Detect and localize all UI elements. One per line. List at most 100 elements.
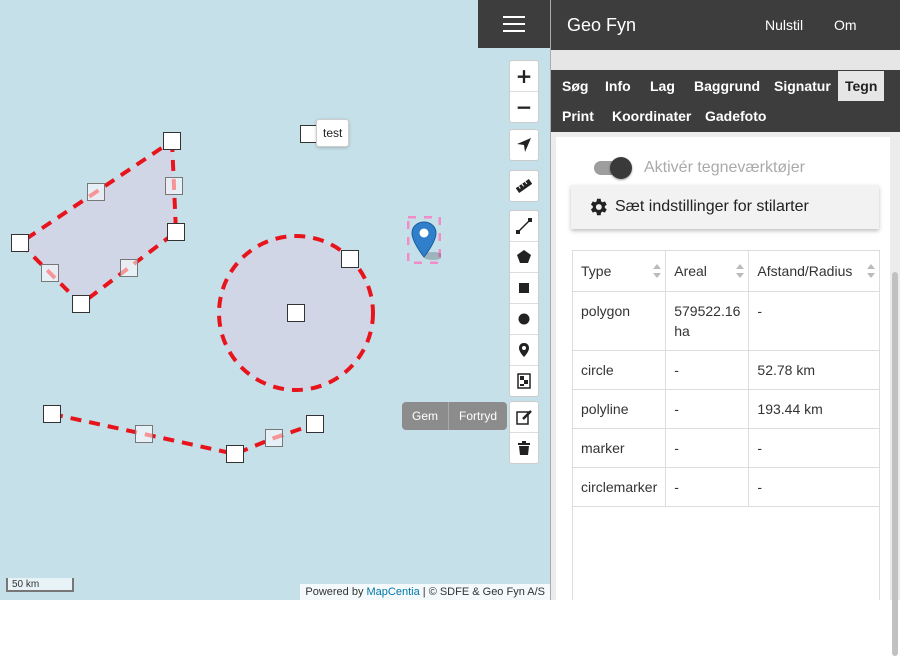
- marker-icon: [519, 343, 529, 357]
- map-marker-icon: [406, 215, 443, 265]
- hamburger-menu-button[interactable]: [478, 0, 550, 48]
- panel-scrollbar[interactable]: [892, 272, 898, 656]
- draw-polygon-button[interactable]: [510, 242, 538, 273]
- tab-draw[interactable]: Tegn: [838, 71, 885, 101]
- column-header-area[interactable]: Areal: [665, 251, 750, 292]
- tab-coordinates[interactable]: Koordinater: [605, 101, 698, 131]
- cell-distance: -: [748, 428, 879, 468]
- marker-tooltip: test: [316, 119, 350, 147]
- draw-rectangle-button[interactable]: [510, 273, 538, 304]
- cell-area: -: [665, 350, 750, 390]
- cell-distance: -: [748, 291, 879, 351]
- circlemarker-icon: [517, 373, 531, 389]
- draw-polyline-button[interactable]: [510, 211, 538, 242]
- midpoint-handle[interactable]: [165, 177, 183, 195]
- tab-print[interactable]: Print: [555, 101, 601, 131]
- draw-toggle-label: Aktivér tegneværktøjer: [644, 159, 805, 176]
- tab-bar: Søg Info Lag Baggrund Signatur Tegn Prin…: [551, 70, 900, 132]
- map-canvas[interactable]: test + − Gem Fortryd 50 km Powered by Ma…: [0, 0, 550, 600]
- draw-panel: Aktivér tegneværktøjer Sæt indstillinger…: [556, 137, 890, 600]
- midpoint-handle[interactable]: [265, 429, 283, 447]
- draw-toolbar: [509, 210, 539, 397]
- midpoint-handle[interactable]: [120, 259, 138, 277]
- table-row[interactable]: marker - -: [573, 428, 879, 468]
- cell-type: polyline: [573, 389, 667, 429]
- draw-circlemarker-button[interactable]: [510, 366, 538, 396]
- vertex-handle[interactable]: [43, 405, 61, 423]
- toggle-knob: [610, 157, 632, 179]
- tab-layers[interactable]: Lag: [643, 71, 682, 101]
- circle-radius-handle[interactable]: [341, 250, 359, 268]
- zoom-control: + −: [509, 60, 539, 123]
- ruler-icon: [516, 178, 532, 194]
- vertex-handle[interactable]: [72, 295, 90, 313]
- features-table: Type Areal Afstand/Radius polygon 579522…: [572, 250, 880, 600]
- cell-type: circlemarker: [573, 467, 667, 507]
- map-marker[interactable]: [406, 215, 443, 265]
- column-header-distance[interactable]: Afstand/Radius: [748, 251, 879, 292]
- edit-layers-button[interactable]: [510, 402, 538, 433]
- style-settings-label: Sæt indstillinger for stilarter: [615, 198, 809, 215]
- nav-about-link[interactable]: Om: [834, 17, 857, 33]
- midpoint-handle[interactable]: [87, 183, 105, 201]
- app-title: Geo Fyn: [567, 15, 637, 35]
- attribution-suffix: | © SDFE & Geo Fyn A/S: [419, 586, 545, 598]
- cell-area: -: [665, 428, 750, 468]
- sort-icon: [653, 264, 662, 278]
- midpoint-handle[interactable]: [135, 425, 153, 443]
- cell-type: polygon: [573, 291, 667, 351]
- tab-legend[interactable]: Signatur: [767, 71, 838, 101]
- undo-button[interactable]: Fortryd: [449, 402, 508, 430]
- draw-circle-button[interactable]: [510, 304, 538, 335]
- cell-area: 579522.16 ha: [665, 291, 750, 351]
- draw-marker-button[interactable]: [510, 335, 538, 366]
- edit-toolbar: [509, 401, 539, 464]
- vertex-handle[interactable]: [306, 415, 324, 433]
- column-header-type[interactable]: Type: [573, 251, 667, 292]
- locate-control: [509, 129, 539, 161]
- table-header-row: Type Areal Afstand/Radius: [573, 251, 879, 292]
- attribution-link[interactable]: MapCentia: [367, 586, 420, 598]
- midpoint-handle[interactable]: [41, 264, 59, 282]
- vertex-handle[interactable]: [163, 132, 181, 150]
- circle-center-handle[interactable]: [287, 304, 305, 322]
- tab-info[interactable]: Info: [598, 71, 638, 101]
- table-row[interactable]: polygon 579522.16 ha -: [573, 291, 879, 351]
- vertex-handle[interactable]: [167, 223, 185, 241]
- app-header: Geo Fyn Nulstil Om: [551, 0, 900, 50]
- square-icon: [519, 283, 529, 293]
- vertex-handle[interactable]: [226, 445, 244, 463]
- cell-type: circle: [573, 350, 667, 390]
- table-row[interactable]: circle - 52.78 km: [573, 350, 879, 390]
- table-row[interactable]: circlemarker - -: [573, 467, 879, 507]
- save-button[interactable]: Gem: [402, 402, 450, 430]
- nav-reset-link[interactable]: Nulstil: [765, 17, 803, 33]
- circle-icon: [518, 313, 530, 325]
- draw-tools-toggle[interactable]: [594, 157, 632, 179]
- cell-type: marker: [573, 428, 667, 468]
- polyline-icon: [516, 218, 532, 234]
- tab-streetview[interactable]: Gadefoto: [698, 101, 773, 131]
- vertex-handle[interactable]: [11, 234, 29, 252]
- tab-content: Aktivér tegneværktøjer Sæt indstillinger…: [551, 132, 900, 656]
- map-attribution: Powered by MapCentia | © SDFE & Geo Fyn …: [300, 584, 550, 600]
- attribution-prefix: Powered by: [305, 586, 367, 598]
- measure-button[interactable]: [510, 171, 538, 201]
- locate-button[interactable]: [510, 130, 538, 160]
- delete-layers-button[interactable]: [510, 433, 538, 463]
- cell-area: -: [665, 467, 750, 507]
- sort-icon: [736, 264, 745, 278]
- tab-background[interactable]: Baggrund: [687, 71, 767, 101]
- cell-distance: 52.78 km: [748, 350, 879, 390]
- trash-icon: [518, 441, 530, 455]
- sort-icon: [867, 264, 875, 278]
- table-row[interactable]: polyline - 193.44 km: [573, 389, 879, 429]
- hamburger-icon: [503, 16, 525, 32]
- cell-distance: 193.44 km: [748, 389, 879, 429]
- zoom-in-button[interactable]: +: [510, 61, 538, 92]
- style-settings-button[interactable]: Sæt indstillinger for stilarter: [571, 185, 879, 229]
- location-arrow-icon: [517, 138, 531, 152]
- scale-bar: 50 km: [6, 578, 74, 592]
- tab-search[interactable]: Søg: [555, 71, 595, 101]
- zoom-out-button[interactable]: −: [510, 92, 538, 122]
